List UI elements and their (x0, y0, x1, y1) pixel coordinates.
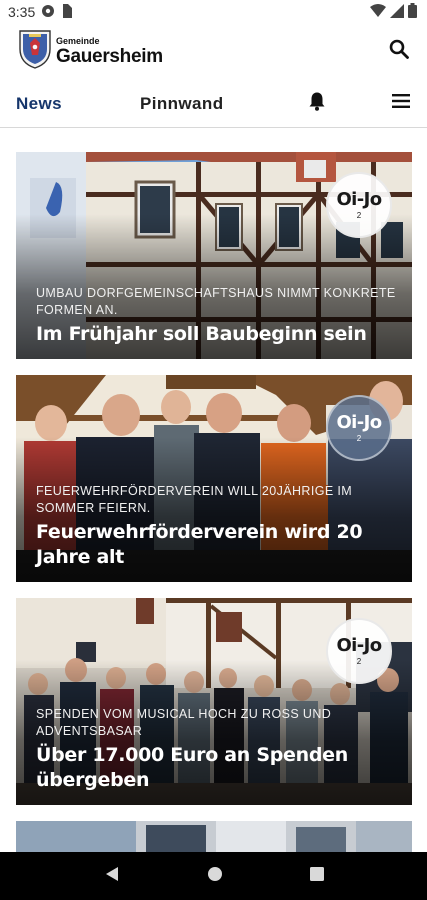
tab-news[interactable]: News (16, 94, 140, 114)
article-kicker: Feuerwehrförderverein will 20jährige im … (36, 484, 353, 515)
status-time: 3:35 (8, 4, 36, 20)
notifications-button[interactable] (302, 89, 332, 119)
article-card[interactable]: Oi-Jo 2 Umbau Dorfgemeinschaftshaus nimm… (16, 152, 412, 359)
back-icon[interactable] (103, 865, 121, 888)
signal-icon (390, 3, 404, 21)
article-title: Im Frühjahr soll Baubeginn sein (36, 323, 367, 345)
sim-card-icon (61, 3, 73, 21)
oi-jo-badge: Oi-Jo 2 (326, 395, 392, 461)
wifi-icon (370, 3, 386, 21)
search-icon (389, 39, 409, 64)
oi-jo-badge: Oi-Jo 2 (326, 618, 392, 684)
article-card[interactable]: Oi-Jo 2 Feuerwehrförderverein will 20jäh… (16, 375, 412, 582)
badge-number: 2 (356, 211, 362, 220)
tab-pinnwand[interactable]: Pinnwand (140, 94, 290, 114)
coat-of-arms-icon (18, 29, 52, 74)
battery-icon (408, 3, 417, 21)
app-header: Gemeinde Gauersheim (0, 24, 427, 78)
badge-number: 2 (356, 434, 362, 443)
brand-name: Gauersheim (56, 45, 163, 67)
badge-label: Oi-Jo (336, 412, 382, 433)
article-title: Feuerwehrförderverein wird 20 Jahre alt (36, 521, 363, 568)
article-kicker: Spenden vom Musical Hoch zu Ross und Adv… (36, 707, 332, 738)
logo[interactable]: Gemeinde Gauersheim (18, 29, 163, 74)
home-icon[interactable] (206, 865, 224, 888)
search-button[interactable] (385, 37, 413, 65)
system-navigation-bar (0, 852, 427, 900)
article-card[interactable]: Oi-Jo 2 Spenden vom Musical Hoch zu Ross… (16, 598, 412, 805)
menu-icon (392, 93, 410, 114)
brand-small: Gemeinde (56, 35, 100, 46)
settings-icon (41, 4, 55, 21)
status-bar: 3:35 (0, 0, 427, 24)
badge-number: 2 (356, 657, 362, 666)
menu-button[interactable] (387, 90, 415, 118)
article-kicker: Umbau Dorfgemeinschaftshaus nimmt konkre… (36, 286, 396, 317)
oi-jo-badge: Oi-Jo 2 (326, 172, 392, 238)
bell-icon (308, 91, 326, 116)
tab-navigation: News Pinnwand (0, 80, 427, 128)
badge-label: Oi-Jo (336, 635, 382, 656)
article-title: Über 17.000 Euro an Spenden übergeben (36, 744, 348, 791)
news-feed: Oi-Jo 2 Umbau Dorfgemeinschaftshaus nimm… (16, 152, 412, 873)
badge-label: Oi-Jo (336, 189, 382, 210)
recents-icon[interactable] (309, 866, 325, 887)
